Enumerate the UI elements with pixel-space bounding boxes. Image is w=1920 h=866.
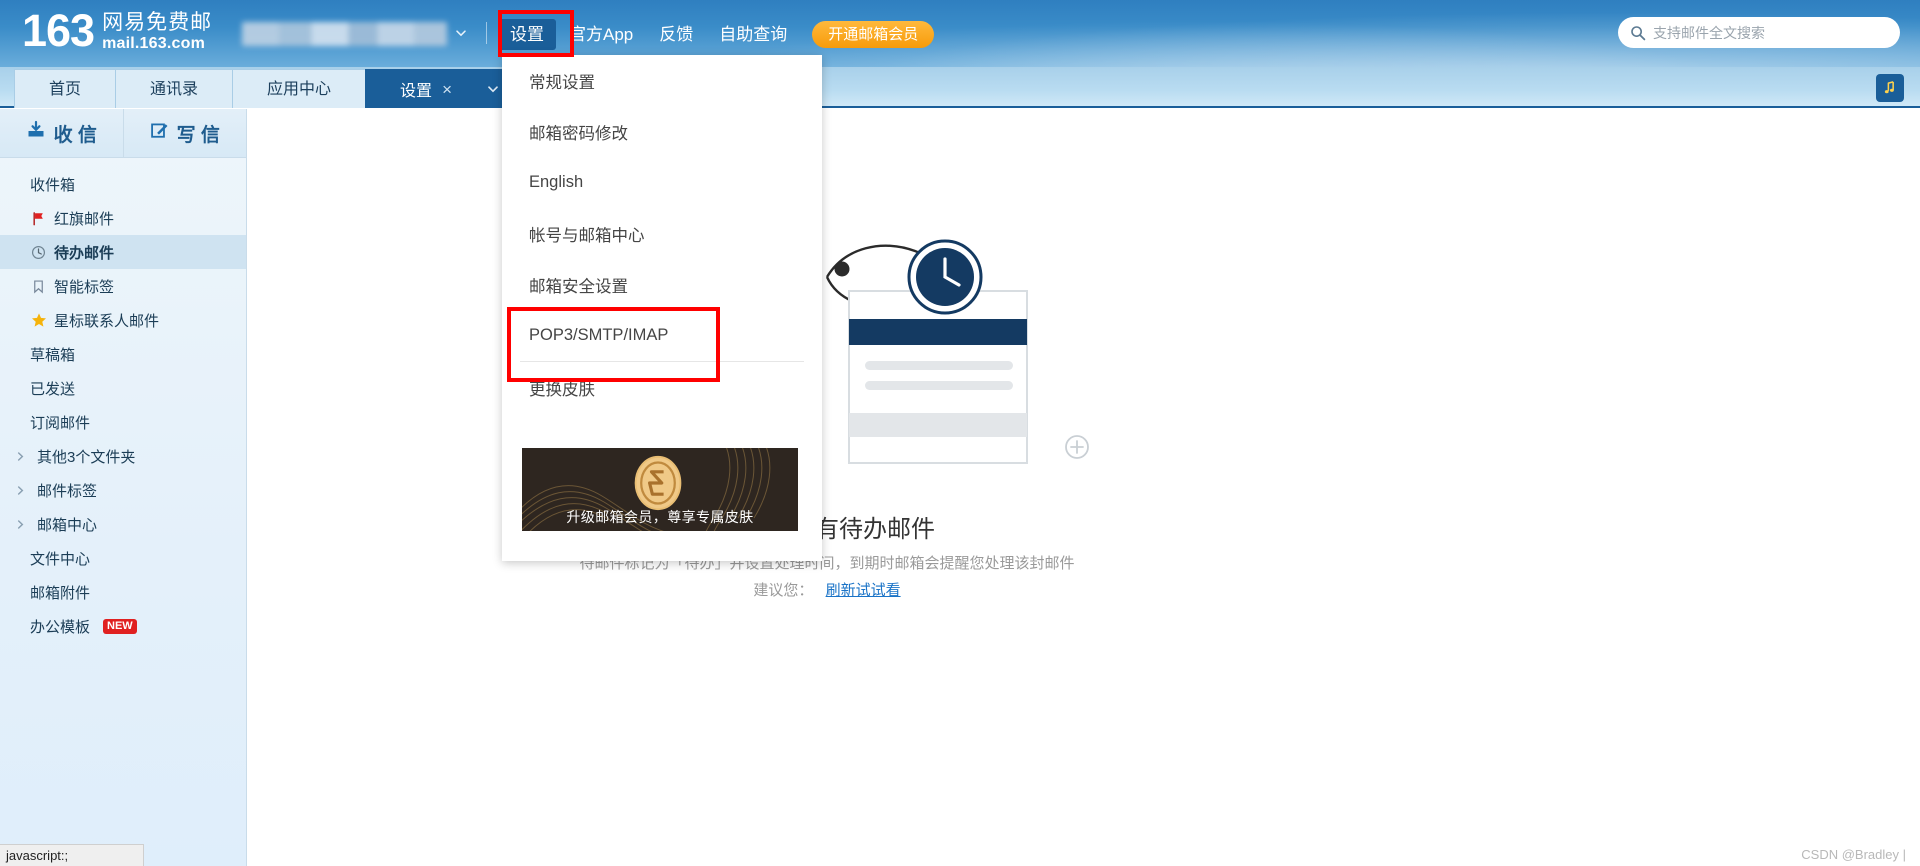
- red-flag-icon: [30, 210, 47, 227]
- open-vip-button[interactable]: 开通邮箱会员: [812, 20, 935, 48]
- empty-state-title: 您目前没有待办邮件: [719, 516, 935, 543]
- tab-home[interactable]: 首页: [14, 69, 117, 108]
- account-name-field-blurred[interactable]: [242, 22, 447, 46]
- inbox-download-icon: [26, 120, 46, 146]
- vip-skin-banner[interactable]: 升级邮箱会员，尊享专属皮肤: [522, 448, 798, 531]
- chevron-right-icon: [10, 519, 30, 530]
- chevron-right-icon: [10, 485, 30, 496]
- app-header: 163 网易免费邮 mail.163.com 设置 官方App 反馈 自助查询 …: [0, 0, 1920, 67]
- sidebar-item-mail-tags[interactable]: 邮件标签: [0, 473, 246, 507]
- tab-bar: 首页 通讯录 应用中心 设置 ×: [0, 67, 1920, 108]
- logo[interactable]: 163 网易免费邮 mail.163.com: [22, 8, 212, 54]
- sidebar-item-label: 收件箱: [30, 176, 76, 194]
- chevron-right-icon: [10, 451, 30, 462]
- sidebar-item-smart-tags[interactable]: 智能标签: [0, 269, 246, 303]
- sidebar-item-label: 办公模板: [30, 618, 91, 636]
- nav-item-settings[interactable]: 设置: [498, 18, 556, 50]
- menu-item-account-center[interactable]: 帐号与邮箱中心: [502, 208, 822, 259]
- sidebar-item-starred-contacts[interactable]: 星标联系人邮件: [0, 303, 246, 337]
- person-with-clock-illustration: [787, 199, 1107, 499]
- sidebar-item-todo[interactable]: 待办邮件: [0, 235, 246, 269]
- sidebar-item-label: 订阅邮件: [30, 414, 91, 432]
- sidebar-item-file-center[interactable]: 文件中心: [0, 541, 246, 575]
- sidebar-item-subscriptions[interactable]: 订阅邮件: [0, 405, 246, 439]
- sidebar-item-sent[interactable]: 已发送: [0, 371, 246, 405]
- close-icon[interactable]: ×: [442, 70, 452, 109]
- nav-item-self-service[interactable]: 自助查询: [706, 19, 800, 50]
- sidebar-item-flagged[interactable]: 红旗邮件: [0, 201, 246, 235]
- sidebar-item-label: 邮箱中心: [37, 516, 98, 534]
- tab-list: 首页 通讯录 应用中心 设置 ×: [14, 67, 512, 108]
- chevron-down-icon[interactable]: [455, 27, 467, 39]
- compose-pencil-icon: [150, 121, 169, 146]
- receive-mail-label: 收 信: [53, 124, 97, 146]
- tab-settings[interactable]: 设置 ×: [365, 69, 475, 108]
- refresh-link[interactable]: 刷新试试看: [826, 582, 901, 599]
- menu-item-pop3-smtp-imap[interactable]: POP3/SMTP/IMAP: [502, 310, 822, 361]
- music-note-icon[interactable]: [1876, 74, 1904, 102]
- receive-mail-button[interactable]: 收 信: [0, 109, 123, 157]
- mail-app-window: 163 网易免费邮 mail.163.com 设置 官方App 反馈 自助查询 …: [0, 0, 1920, 866]
- nav-item-feedback[interactable]: 反馈: [646, 19, 706, 50]
- sidebar-item-label: 星标联系人邮件: [54, 312, 160, 330]
- sidebar-item-label: 草稿箱: [30, 346, 76, 364]
- logo-number: 163: [22, 5, 95, 56]
- menu-item-english[interactable]: English: [502, 157, 822, 208]
- sidebar-folder-list: 收件箱 红旗邮件 待办邮件 智能标签 星标联系人邮件 草稿箱 已发送 订阅邮件 …: [0, 158, 246, 643]
- menu-item-change-skin[interactable]: 更换皮肤: [502, 362, 822, 413]
- clock-icon: [30, 244, 47, 261]
- compose-mail-button[interactable]: 写 信: [122, 109, 246, 157]
- empty-state-subtitle: 待邮件标记为「待办」并设置处理时间，到期时邮箱会提醒您处理该封邮件: [579, 555, 1075, 572]
- sidebar-item-label: 其他3个文件夹: [37, 448, 136, 466]
- settings-dropdown-menu: 常规设置 邮箱密码修改 English 帐号与邮箱中心 邮箱安全设置 POP3/…: [502, 55, 822, 561]
- sidebar-item-mailbox-center[interactable]: 邮箱中心: [0, 507, 246, 541]
- banner-text: 升级邮箱会员，尊享专属皮肤: [566, 509, 754, 525]
- gold-coin-s-icon: [634, 455, 682, 511]
- header-divider: [486, 22, 487, 44]
- tab-settings-label: 设置: [400, 83, 433, 100]
- sidebar-item-label: 已发送: [30, 380, 76, 398]
- sidebar-item-label: 红旗邮件: [54, 210, 115, 228]
- sidebar-item-inbox[interactable]: 收件箱: [0, 167, 246, 201]
- tab-app-center[interactable]: 应用中心: [232, 69, 367, 108]
- menu-item-change-password[interactable]: 邮箱密码修改: [502, 106, 822, 157]
- search-input[interactable]: [1653, 24, 1888, 41]
- logo-chinese-name: 网易免费邮: [102, 11, 213, 34]
- header-nav: 设置 官方App 反馈 自助查询 开通邮箱会员: [498, 18, 935, 50]
- main-content: 您目前没有待办邮件 待邮件标记为「待办」并设置处理时间，到期时邮箱会提醒您处理该…: [247, 109, 1920, 866]
- sidebar-item-drafts[interactable]: 草稿箱: [0, 337, 246, 371]
- compose-mail-label: 写 信: [176, 124, 220, 146]
- empty-state-suggestion: 建议您： 刷新试试看: [247, 579, 1407, 600]
- search-icon: [1630, 25, 1646, 41]
- sidebar-item-attachments[interactable]: 邮箱附件: [0, 575, 246, 609]
- empty-state-suggestion-prefix: 建议您：: [753, 582, 814, 599]
- sidebar-item-label: 智能标签: [54, 278, 115, 296]
- sidebar: 收 信 写 信 收件箱 红旗邮件 待办邮件 智能标签 星标联系人邮件 草稿箱 已…: [0, 109, 247, 866]
- bookmark-icon: [30, 278, 47, 295]
- status-badge-new: NEW: [103, 618, 137, 634]
- sidebar-item-other-folders[interactable]: 其他3个文件夹: [0, 439, 246, 473]
- sidebar-item-label: 文件中心: [30, 550, 91, 568]
- search-box[interactable]: [1618, 17, 1900, 48]
- menu-item-security-settings[interactable]: 邮箱安全设置: [502, 259, 822, 310]
- sidebar-actions: 收 信 写 信: [0, 109, 246, 158]
- menu-item-general-settings[interactable]: 常规设置: [502, 55, 822, 106]
- watermark: CSDN @Bradley |: [1801, 847, 1906, 862]
- sidebar-item-label: 待办邮件: [54, 244, 115, 262]
- sidebar-item-office-templates[interactable]: 办公模板 NEW: [0, 609, 246, 643]
- nav-item-official-app[interactable]: 官方App: [556, 19, 646, 50]
- sidebar-item-label: 邮箱附件: [30, 584, 91, 602]
- empty-state: 您目前没有待办邮件 待邮件标记为「待办」并设置处理时间，到期时邮箱会提醒您处理该…: [247, 109, 1407, 669]
- logo-domain: mail.163.com: [102, 35, 205, 52]
- sidebar-item-label: 邮件标签: [37, 482, 98, 500]
- status-bar: javascript:;: [0, 844, 144, 866]
- tab-contacts[interactable]: 通讯录: [115, 69, 234, 108]
- gold-star-icon: [30, 312, 47, 329]
